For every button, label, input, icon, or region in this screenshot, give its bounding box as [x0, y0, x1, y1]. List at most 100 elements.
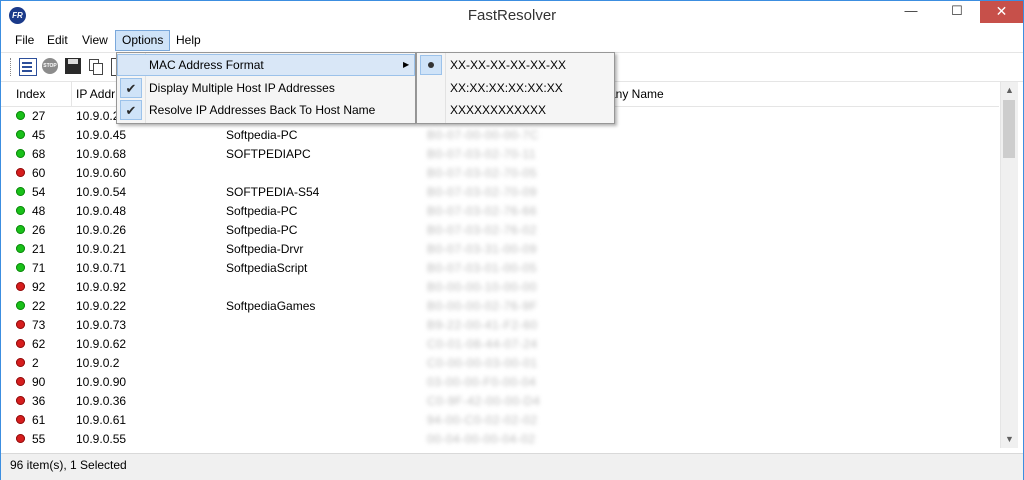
- title-bar[interactable]: FR FastResolver — ☐ ✕: [1, 1, 1023, 31]
- cell-ip-address: 10.9.0.62: [76, 337, 127, 351]
- table-row[interactable]: 54 10.9.0.54 SOFTPEDIA-S54 B0-07-03-02-70-0…: [1, 183, 999, 202]
- cell-host-name: SoftpediaScript: [226, 261, 308, 275]
- cell-ip-address: 10.9.0.92: [76, 280, 127, 294]
- cell-index: 27: [32, 109, 46, 123]
- menu-item-display-multiple-host[interactable]: ✔ Display Multiple Host IP Addresses: [117, 77, 415, 99]
- table-row[interactable]: 61 10.9.0.61 94-00-C0-02-02-02: [1, 411, 999, 430]
- table-row[interactable]: 68 10.9.0.68 SOFTPEDIAPC B0-07-03-02-70-11: [1, 145, 999, 164]
- table-row[interactable]: 22 10.9.0.22 SoftpediaGames B0-00-00-02-76-…: [1, 297, 999, 316]
- menu-item-label: Display Multiple Host IP Addresses: [149, 81, 335, 95]
- cell-mac-address: 00-04-00-00-04-02: [427, 432, 536, 446]
- column-header-index[interactable]: Index: [10, 82, 72, 106]
- status-offline-icon: [16, 377, 25, 386]
- table-row[interactable]: 71 10.9.0.71 SoftpediaScript B0-07-03-01-00…: [1, 259, 999, 278]
- cell-index: 71: [32, 261, 46, 275]
- status-offline-icon: [16, 339, 25, 348]
- cell-mac-address: B0-07-03-02-70-05: [427, 166, 537, 180]
- status-online-icon: [16, 263, 25, 272]
- cell-mac-address: C0-00-00-03-00-01: [427, 356, 538, 370]
- status-offline-icon: [16, 282, 25, 291]
- minimize-button[interactable]: —: [889, 1, 933, 23]
- table-row[interactable]: 90 10.9.0.90 03-00-00-F0-00-04: [1, 373, 999, 392]
- status-online-icon: [16, 111, 25, 120]
- cell-host-name: SOFTPEDIAPC: [226, 147, 311, 161]
- scrollbar-thumb[interactable]: [1003, 100, 1015, 158]
- cell-ip-address: 10.9.0.21: [76, 242, 127, 256]
- close-button[interactable]: ✕: [980, 1, 1023, 23]
- cell-mac-address: B0-07-03-02-70-11: [427, 147, 537, 161]
- table-row[interactable]: 45 10.9.0.45 Softpedia-PC B0-07-00-00-00-7C: [1, 126, 999, 145]
- cell-mac-address: 94-00-C0-02-02-02: [427, 413, 538, 427]
- cell-index: 92: [32, 280, 46, 294]
- menu-edit[interactable]: Edit: [41, 31, 74, 50]
- submenu-arrow-icon: ▶: [403, 60, 410, 69]
- cell-ip-address: 10.9.0.36: [76, 394, 127, 408]
- submenu-item-plain-format[interactable]: XXXXXXXXXXXX: [417, 99, 614, 121]
- menu-item-mac-address-format[interactable]: MAC Address Format ▶: [117, 54, 415, 76]
- radio-selected-icon: [420, 55, 442, 75]
- cell-ip-address: 10.9.0.2: [76, 356, 120, 370]
- cell-index: 68: [32, 147, 46, 161]
- table-row[interactable]: 60 10.9.0.60 B0-07-03-02-70-05: [1, 164, 999, 183]
- vertical-scrollbar[interactable]: ▲ ▼: [1000, 82, 1018, 448]
- table-row[interactable]: 26 10.9.0.26 Softpedia-PC B0-07-03-02-76-02: [1, 221, 999, 240]
- cell-host-name: SOFTPEDIA-S54: [226, 185, 320, 199]
- submenu-item-colon-format[interactable]: XX:XX:XX:XX:XX:XX: [417, 77, 614, 99]
- cell-mac-address: B0-07-00-00-00-7C: [427, 128, 539, 142]
- status-text: 96 item(s), 1 Selected: [10, 458, 127, 472]
- table-row[interactable]: 21 10.9.0.21 Softpedia-Drvr B0-07-03-31-00-…: [1, 240, 999, 259]
- scroll-up-arrow-icon[interactable]: ▲: [1001, 82, 1018, 99]
- maximize-button[interactable]: ☐: [935, 1, 979, 23]
- table-row[interactable]: 2 10.9.0.2 C0-00-00-03-00-01: [1, 354, 999, 373]
- table-row[interactable]: 92 10.9.0.92 B0-00-00-10-00-00: [1, 278, 999, 297]
- copy-icon[interactable]: [88, 58, 104, 75]
- cell-mac-address: B0-07-03-02-70-09: [427, 185, 537, 199]
- app-window: FR FastResolver — ☐ ✕ File Edit View Opt…: [0, 0, 1024, 480]
- status-offline-icon: [16, 396, 25, 405]
- cell-host-name: Softpedia-Drvr: [226, 242, 304, 256]
- menu-file[interactable]: File: [9, 31, 40, 50]
- cell-index: 2: [32, 356, 39, 370]
- cell-index: 73: [32, 318, 46, 332]
- stop-icon[interactable]: STOP: [42, 58, 58, 74]
- cell-index: 48: [32, 204, 46, 218]
- status-offline-icon: [16, 358, 25, 367]
- cell-ip-address: 10.9.0.54: [76, 185, 127, 199]
- table-row[interactable]: 73 10.9.0.73 B9-22-00-41-F2-60: [1, 316, 999, 335]
- submenu-item-dash-format[interactable]: XX-XX-XX-XX-XX-XX: [417, 54, 614, 76]
- cell-ip-address: 10.9.0.73: [76, 318, 127, 332]
- cell-host-name: Softpedia-PC: [226, 128, 298, 142]
- column-header-company[interactable]: any Name: [603, 82, 999, 106]
- table-row[interactable]: 48 10.9.0.48 Softpedia-PC B0-07-03-02-76-66: [1, 202, 999, 221]
- cell-ip-address: 10.9.0.22: [76, 299, 127, 313]
- menu-view[interactable]: View: [76, 31, 114, 50]
- cell-mac-address: C0-01-08-44-07-24: [427, 337, 538, 351]
- menu-options[interactable]: Options: [115, 30, 171, 51]
- submenu-item-label: XX:XX:XX:XX:XX:XX: [450, 81, 563, 95]
- status-online-icon: [16, 149, 25, 158]
- cell-ip-address: 10.9.0.45: [76, 128, 127, 142]
- scroll-down-arrow-icon[interactable]: ▼: [1001, 431, 1018, 448]
- save-icon[interactable]: [65, 58, 81, 74]
- cell-mac-address: B9-22-00-41-F2-60: [427, 318, 538, 332]
- table-row[interactable]: 36 10.9.0.36 C0-9F-42-00-00-D4: [1, 392, 999, 411]
- table-row[interactable]: 62 10.9.0.62 C0-01-08-44-07-24: [1, 335, 999, 354]
- menu-bar: File Edit View Options Help: [1, 30, 1023, 51]
- mac-format-submenu: XX-XX-XX-XX-XX-XX XX:XX:XX:XX:XX:XX XXXX…: [416, 52, 615, 124]
- cell-index: 26: [32, 223, 46, 237]
- cell-index: 61: [32, 413, 46, 427]
- cell-ip-address: 10.9.0.48: [76, 204, 127, 218]
- menu-help[interactable]: Help: [170, 31, 207, 50]
- cell-ip-address: 10.9.0.71: [76, 261, 127, 275]
- menu-item-resolve-ip-back[interactable]: ✔ Resolve IP Addresses Back To Host Name: [117, 99, 415, 121]
- table-row[interactable]: 55 10.9.0.55 00-04-00-00-04-02: [1, 430, 999, 448]
- cell-mac-address: B0-00-00-02-76-9F: [427, 299, 538, 313]
- cell-index: 22: [32, 299, 46, 313]
- cell-host-name: Softpedia-PC: [226, 223, 298, 237]
- toolbar-grip[interactable]: [10, 58, 14, 76]
- cell-index: 62: [32, 337, 46, 351]
- cell-host-name: SoftpediaGames: [226, 299, 316, 313]
- cell-mac-address: 03-00-00-F0-00-04: [427, 375, 537, 389]
- properties-icon[interactable]: [19, 58, 37, 76]
- results-list[interactable]: Index IP Addr any Name 2710.9.0.2XX-XX-X…: [1, 81, 1023, 448]
